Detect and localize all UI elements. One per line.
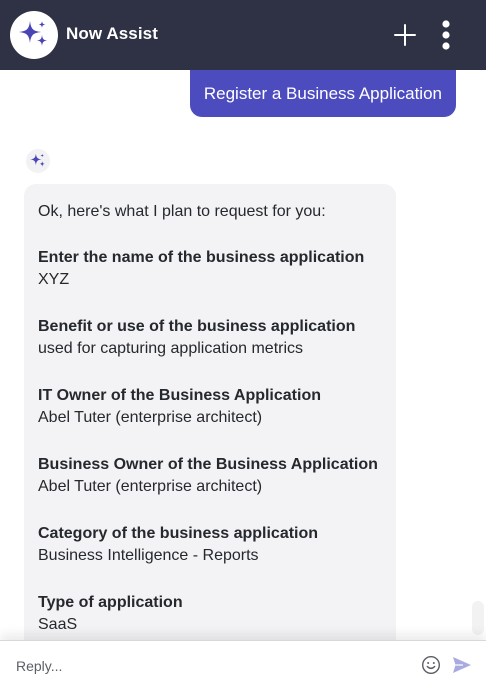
chat-scrollbar-thumb[interactable] (472, 601, 484, 635)
assistant-intro: Ok, here's what I plan to request for yo… (38, 203, 326, 220)
field-label: Benefit or use of the business applicati… (38, 318, 356, 335)
field-value: Business Intelligence - Reports (38, 547, 259, 564)
emoji-button[interactable] (421, 655, 441, 675)
field-value: SaaS (38, 616, 78, 633)
reply-input[interactable] (8, 649, 408, 683)
request-field: Enter the name of the business applicati… (38, 247, 382, 291)
request-field: Business Owner of the Business Applicati… (38, 454, 382, 498)
field-label: IT Owner of the Business Application (38, 387, 321, 404)
send-icon (453, 657, 471, 673)
sparkle-icon (30, 153, 45, 167)
app-header: Now Assist (0, 0, 486, 70)
assistant-avatar (10, 11, 58, 59)
field-label: Category of the business application (38, 525, 319, 542)
more-menu-button[interactable] (432, 18, 460, 52)
sparkle-icon (19, 21, 47, 46)
app-title: Now Assist (66, 24, 159, 43)
request-field: Category of the business application Bus… (38, 523, 382, 567)
field-value: XYZ (38, 271, 70, 288)
field-value: Abel Tuter (enterprise architect) (38, 478, 263, 495)
new-chat-button[interactable] (390, 20, 420, 50)
request-field: IT Owner of the Business Application Abe… (38, 385, 382, 429)
more-vertical-icon (442, 20, 450, 50)
field-value: used for capturing application metrics (38, 340, 304, 357)
user-message: Register a Business Application (189, 70, 456, 117)
emoji-icon (421, 655, 441, 675)
assistant-message: Ok, here's what I plan to request for yo… (24, 184, 396, 640)
field-label: Business Owner of the Business Applicati… (38, 456, 378, 473)
request-field: Type of application SaaS (38, 592, 382, 636)
assistant-message-avatar (26, 149, 50, 173)
reply-composer (0, 640, 486, 692)
chat-area[interactable]: Register a Business Application Ok, here… (0, 70, 486, 640)
field-label: Enter the name of the business applicati… (38, 249, 365, 266)
request-field: Benefit or use of the business applicati… (38, 316, 382, 360)
send-button[interactable] (451, 655, 473, 675)
plus-icon (394, 24, 416, 46)
field-label: Type of application (38, 594, 183, 611)
field-value: Abel Tuter (enterprise architect) (38, 409, 263, 426)
